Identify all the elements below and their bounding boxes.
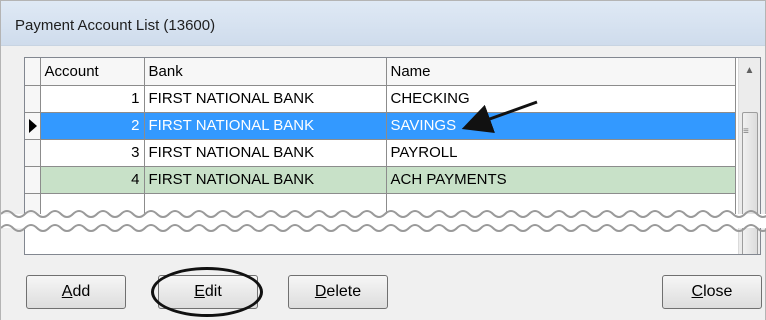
- name-cell: SAVINGS: [386, 112, 736, 140]
- close-label-rest: lose: [703, 283, 733, 300]
- delete-button[interactable]: Delete: [288, 275, 388, 309]
- table-row[interactable]: 3 FIRST NATIONAL BANK PAYROLL: [25, 139, 736, 167]
- account-cell: 3: [40, 139, 145, 167]
- delete-mnemonic: D: [314, 283, 327, 300]
- name-cell: ACH PAYMENTS: [386, 166, 736, 194]
- payment-account-list-window: Payment Account List (13600) Account Ban…: [0, 0, 766, 320]
- table-header-row: Account Bank Name: [25, 58, 736, 86]
- accounts-table: Account Bank Name 1 FIRST NATIONAL BANK …: [25, 58, 736, 221]
- close-mnemonic: C: [691, 283, 704, 300]
- account-cell: 4: [40, 166, 145, 194]
- close-button[interactable]: Close: [662, 275, 762, 309]
- column-header-bank[interactable]: Bank: [144, 58, 387, 86]
- torn-edge-divider: [1, 210, 766, 232]
- row-selector-header: [25, 58, 41, 86]
- column-header-account[interactable]: Account: [40, 58, 145, 86]
- row-selector[interactable]: [25, 166, 41, 194]
- edit-button-highlight-circle: [151, 267, 263, 317]
- delete-label-rest: elete: [326, 283, 362, 300]
- row-selector[interactable]: [25, 112, 41, 140]
- add-button[interactable]: Add: [26, 275, 126, 309]
- account-cell: 2: [40, 112, 145, 140]
- window-title: Payment Account List (13600): [15, 17, 216, 34]
- row-selector[interactable]: [25, 139, 41, 167]
- table-row[interactable]: 4 FIRST NATIONAL BANK ACH PAYMENTS: [25, 166, 736, 194]
- current-row-arrow-icon: [29, 118, 37, 133]
- bank-cell: FIRST NATIONAL BANK: [144, 166, 387, 194]
- name-cell: PAYROLL: [386, 139, 736, 167]
- bank-cell: FIRST NATIONAL BANK: [144, 85, 387, 113]
- table-row-selected[interactable]: 2 FIRST NATIONAL BANK SAVINGS: [25, 112, 736, 140]
- column-header-name[interactable]: Name: [386, 58, 736, 86]
- add-mnemonic: A: [61, 283, 73, 300]
- table-row[interactable]: 1 FIRST NATIONAL BANK CHECKING: [25, 85, 736, 113]
- add-label-rest: dd: [72, 283, 91, 300]
- scroll-up-arrow-icon[interactable]: ▲: [739, 62, 760, 80]
- annotation-arrow-icon: [461, 100, 538, 134]
- title-bar: Payment Account List (13600): [1, 1, 765, 46]
- bank-cell: FIRST NATIONAL BANK: [144, 112, 387, 140]
- bank-cell: FIRST NATIONAL BANK: [144, 139, 387, 167]
- scrollbar-grip-icon: ≡: [743, 126, 749, 137]
- row-selector[interactable]: [25, 85, 41, 113]
- name-cell: CHECKING: [386, 85, 736, 113]
- account-cell: 1: [40, 85, 145, 113]
